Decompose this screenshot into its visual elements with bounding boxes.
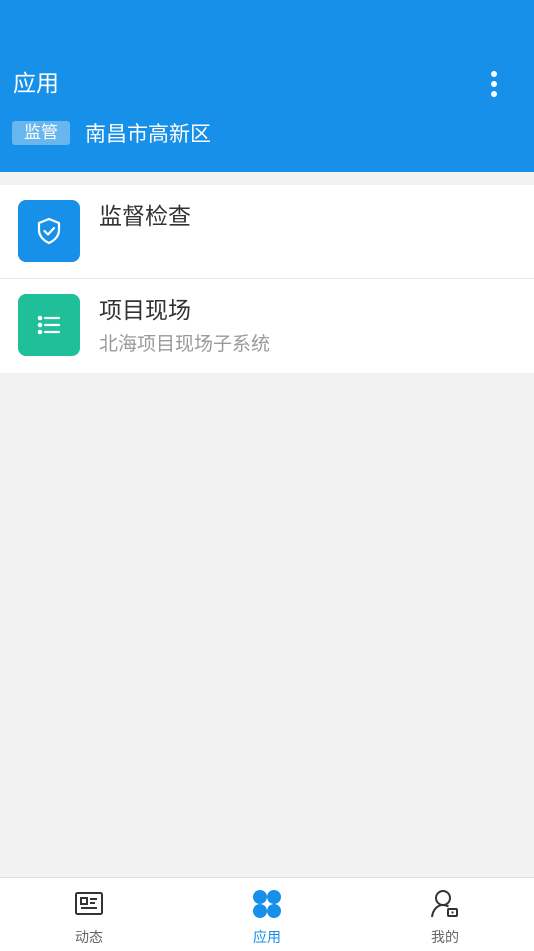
apps-icon (253, 890, 281, 918)
more-vertical-icon-dot (491, 91, 497, 97)
tab-feed[interactable]: 动态 (0, 878, 178, 951)
app-item-title: 项目现场 (99, 298, 191, 324)
list-icon (18, 294, 80, 356)
more-vertical-icon (491, 71, 497, 77)
region-selector[interactable]: 南昌市高新区 (85, 119, 211, 149)
tab-apps[interactable]: 应用 (178, 878, 356, 951)
user-icon (431, 890, 458, 918)
bottom-tabbar: 动态 应用 我的 (0, 877, 534, 951)
more-button[interactable] (476, 66, 512, 102)
shield-check-icon (18, 200, 80, 262)
tab-label: 我的 (431, 930, 459, 946)
role-badge: 监管 (12, 121, 70, 145)
app-header: 应用 监管 南昌市高新区 (0, 0, 534, 172)
more-vertical-icon-dot (491, 81, 497, 87)
app-item-title: 监督检查 (99, 204, 191, 230)
page-title: 应用 (13, 71, 59, 97)
app-item-inspection[interactable]: 监督检查 (0, 185, 534, 279)
news-icon (75, 892, 103, 915)
app-item-project-site[interactable]: 项目现场 北海项目现场子系统 (0, 279, 534, 373)
app-item-subtitle: 北海项目现场子系统 (99, 333, 271, 355)
tab-label: 动态 (75, 930, 103, 946)
tab-label: 应用 (253, 930, 281, 946)
tab-profile[interactable]: 我的 (356, 878, 534, 951)
app-list: 监督检查 项目现场 北海项目现场子系统 (0, 185, 534, 373)
